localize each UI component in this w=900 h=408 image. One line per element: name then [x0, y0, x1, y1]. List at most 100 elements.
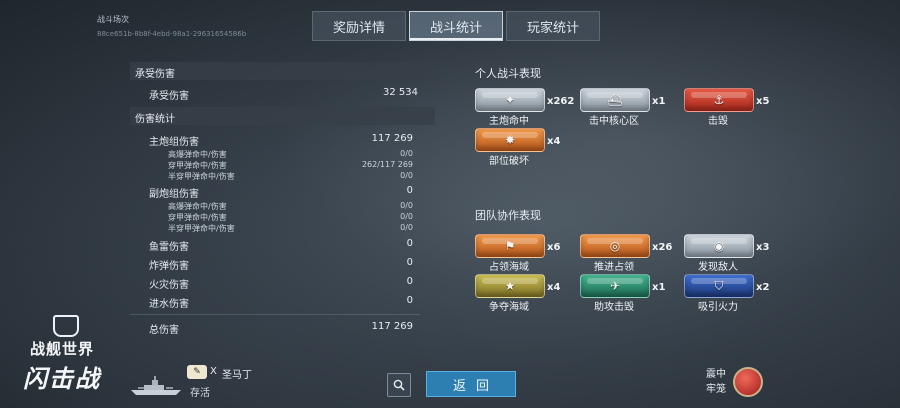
role-label: 震中牢笼: [706, 369, 726, 395]
row-value: 0: [406, 295, 413, 306]
anchor-shield-icon: [53, 315, 79, 337]
medal-capture: ⚑ 占领海域 x6: [475, 234, 560, 273]
medal-citadel-hit: ⛴ 击中核心区 x1: [580, 88, 665, 127]
shield-ship-icon: ⛉: [714, 278, 724, 293]
player-ship-name: 圣马丁: [222, 370, 252, 381]
personal-title: 个人战斗表现: [475, 67, 541, 80]
row-label: 总伤害: [149, 325, 179, 336]
medal-module-destroyed: ✸ 部位破坏 x4: [475, 128, 560, 167]
medal-assist: ✈ 助攻击毁 x1: [580, 274, 665, 313]
medal-name: 击毁: [708, 116, 728, 127]
ship-icon: ⛴: [607, 93, 623, 107]
medal-spotted: ◉ 发现敌人 x3: [684, 234, 769, 273]
medal-count: x262: [547, 96, 575, 107]
row-label: 鱼雷伤害: [149, 242, 189, 253]
section-damage-taken: 承受伤害: [130, 62, 435, 80]
match-id: 88ce651b-8b8f-4ebd-98a1-29631654586b: [97, 30, 247, 38]
tier-badge-icon: ✎: [187, 365, 207, 379]
medal-name: 主炮命中: [489, 116, 529, 127]
logo-title: 战舰世界: [30, 340, 95, 358]
logo-subtitle: 闪击战: [23, 365, 101, 393]
row-value: 0: [406, 185, 413, 196]
cannon-icon: ✦: [504, 93, 516, 107]
team-title: 团队协作表现: [475, 209, 541, 222]
row-label: 炸弹伤害: [149, 261, 189, 272]
back-button[interactable]: 返回: [426, 371, 516, 397]
row-label: 副炮组伤害: [149, 189, 199, 200]
row-secondary: 副炮组伤害 0: [130, 185, 420, 200]
tab-battle-stats[interactable]: 战斗统计: [409, 11, 503, 41]
row-total: 总伤害 117 269: [130, 321, 420, 336]
medal-name: 击中核心区: [589, 116, 639, 127]
row-label: 高爆弹命中/伤害: [168, 202, 227, 211]
row-flood: 进水伤害 0: [130, 295, 420, 310]
medal-count: x4: [547, 282, 561, 293]
row-damage-taken: 承受伤害 32 534: [130, 87, 420, 102]
star-flag-icon: ★: [504, 279, 516, 293]
divider: [130, 314, 420, 315]
medal-push-capture: ◎ 推进占领 x26: [580, 234, 672, 273]
row-main-he: 高爆弹命中/伤害 0/0: [130, 149, 420, 160]
medal-name: 推进占领: [594, 262, 634, 273]
row-label: 高爆弹命中/伤害: [168, 150, 227, 159]
row-value: 32 534: [383, 87, 418, 98]
medal-count: x1: [652, 96, 666, 107]
sinking-ship-icon: ⚓: [713, 93, 725, 107]
row-secondary-sap: 半穿甲弹命中/伤害 0/0: [130, 223, 420, 234]
row-label: 承受伤害: [149, 91, 189, 102]
row-label: 半穿甲弹命中/伤害: [168, 172, 235, 181]
target-icon: ◎: [609, 239, 621, 253]
medal-contest: ★ 争夺海域 x4: [475, 274, 560, 313]
row-label: 穿甲弹命中/伤害: [168, 161, 227, 170]
row-value: 0/0: [400, 171, 413, 180]
medal-count: x3: [756, 242, 770, 253]
row-value: 0/0: [400, 201, 413, 210]
section-title: 伤害统计: [135, 114, 175, 125]
row-label: 火灾伤害: [149, 280, 189, 291]
row-value: 0/0: [400, 223, 413, 232]
row-value: 117 269: [371, 321, 413, 332]
medal-name: 部位破坏: [489, 156, 529, 167]
row-value: 0: [406, 238, 413, 249]
game-logo: 战舰世界 闪击战: [20, 315, 110, 395]
tab-bar: 奖励详情 战斗统计 玩家统计: [312, 11, 600, 41]
medal-count: x1: [652, 282, 666, 293]
medal-destroyed: ⚓ 击毁 x5: [684, 88, 769, 127]
search-icon: [393, 379, 405, 391]
row-bomb: 炸弹伤害 0: [130, 257, 420, 272]
player-tier: X: [210, 366, 217, 377]
ship-thumbnail-icon: [131, 376, 181, 395]
medal-tanked: ⛉ 吸引火力 x2: [684, 274, 769, 313]
medal-count: x5: [756, 96, 770, 107]
role-emblem-icon[interactable]: [733, 367, 763, 397]
row-label: 半穿甲弹命中/伤害: [168, 224, 235, 233]
medal-name: 助攻击毁: [594, 302, 634, 313]
medal-name: 占领海域: [489, 262, 529, 273]
row-fire: 火灾伤害 0: [130, 276, 420, 291]
row-label: 主炮组伤害: [149, 137, 199, 148]
match-title: 战斗场次: [97, 15, 129, 24]
search-button[interactable]: [387, 373, 411, 397]
section-damage-stats: 伤害统计: [130, 107, 435, 125]
assist-icon: ✈: [609, 279, 621, 293]
row-torpedo: 鱼雷伤害 0: [130, 238, 420, 253]
explosion-icon: ✸: [504, 133, 516, 147]
medal-count: x2: [756, 282, 770, 293]
section-title: 承受伤害: [135, 69, 175, 80]
medal-count: x26: [652, 242, 673, 253]
row-main-battery: 主炮组伤害 117 269: [130, 133, 420, 148]
row-value: 0/0: [400, 149, 413, 158]
row-value: 0: [406, 257, 413, 268]
tab-player-stats[interactable]: 玩家统计: [506, 11, 600, 41]
medal-name: 吸引火力: [698, 302, 738, 313]
row-label: 进水伤害: [149, 299, 189, 310]
tab-rewards[interactable]: 奖励详情: [312, 11, 406, 41]
row-value: 262/117 269: [361, 160, 413, 169]
flag-icon: ⚑: [504, 239, 516, 253]
row-secondary-ap: 穿甲弹命中/伤害 0/0: [130, 212, 420, 223]
row-value: 0/0: [400, 212, 413, 221]
row-value: 117 269: [371, 133, 413, 144]
row-value: 0: [406, 276, 413, 287]
row-main-sap: 半穿甲弹命中/伤害 0/0: [130, 171, 420, 182]
row-secondary-he: 高爆弹命中/伤害 0/0: [130, 201, 420, 212]
